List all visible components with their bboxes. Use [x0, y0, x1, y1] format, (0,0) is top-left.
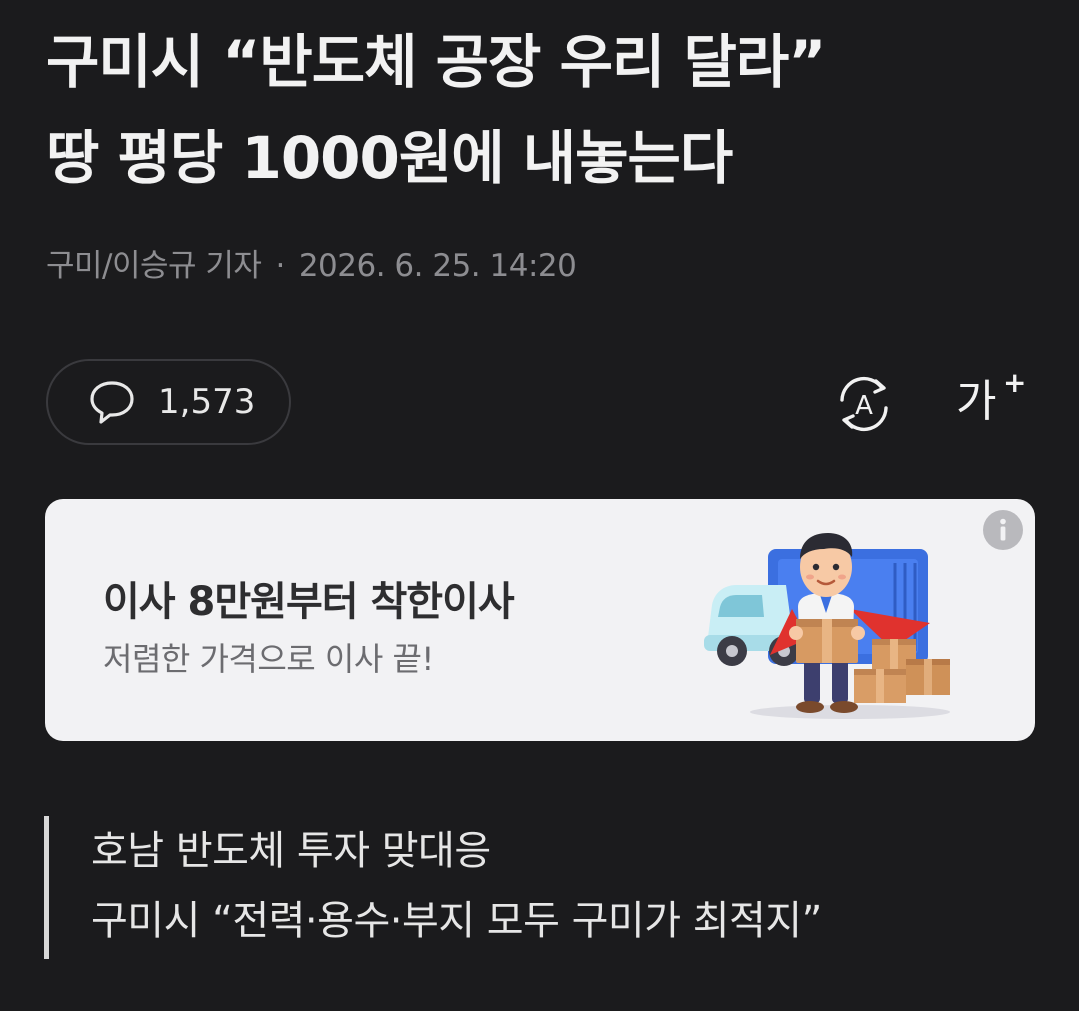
font-size-label: 가 — [956, 376, 997, 427]
comment-count: 1,573 — [158, 382, 256, 422]
comments-button[interactable]: 1,573 — [46, 359, 291, 445]
font-size-button[interactable]: 가 + — [956, 366, 1028, 432]
article-page: 구미시 “반도체 공장 우리 달라” 땅 평당 1000원에 내놓는다 구미/이… — [0, 0, 1079, 1011]
subheadline-line-1: 호남 반도체 투자 맞대응 — [91, 828, 491, 874]
translate-icon: A — [840, 376, 888, 432]
ad-description: 저렴한 가격으로 이사 끝! — [103, 640, 434, 678]
ad-title: 이사 8만원부터 착한이사 — [103, 579, 515, 625]
byline-separator: · — [275, 248, 285, 284]
subheadline-line-2: 구미시 “전력·용수·부지 모두 구미가 최적지” — [91, 898, 822, 944]
article-subheadline: 호남 반도체 투자 맞대응 구미시 “전력·용수·부지 모두 구미가 최적지” — [44, 816, 822, 959]
ad-info-button[interactable] — [982, 509, 1024, 551]
headline-line-2: 땅 평당 1000원에 내놓는다 — [46, 124, 733, 192]
font-size-plus: + — [1003, 366, 1027, 399]
info-icon — [983, 510, 1023, 550]
publish-datetime: 2026. 6. 25. 14:20 — [298, 248, 577, 284]
author-name: 구미/이승규 기자 — [46, 248, 262, 284]
translate-glyph: A — [855, 391, 873, 421]
article-headline: 구미시 “반도체 공장 우리 달라” 땅 평당 1000원에 내놓는다 — [46, 14, 1046, 206]
headline-line-1: 구미시 “반도체 공장 우리 달라” — [46, 28, 826, 96]
moving-mascot-illustration — [704, 533, 950, 719]
article-byline: 구미/이승규 기자 · 2026. 6. 25. 14:20 — [46, 240, 577, 285]
translate-button[interactable]: A — [832, 372, 896, 436]
ad-banner[interactable]: 이사 8만원부터 착한이사 저렴한 가격으로 이사 끝! — [45, 499, 1035, 741]
speech-bubble-icon — [90, 381, 134, 424]
